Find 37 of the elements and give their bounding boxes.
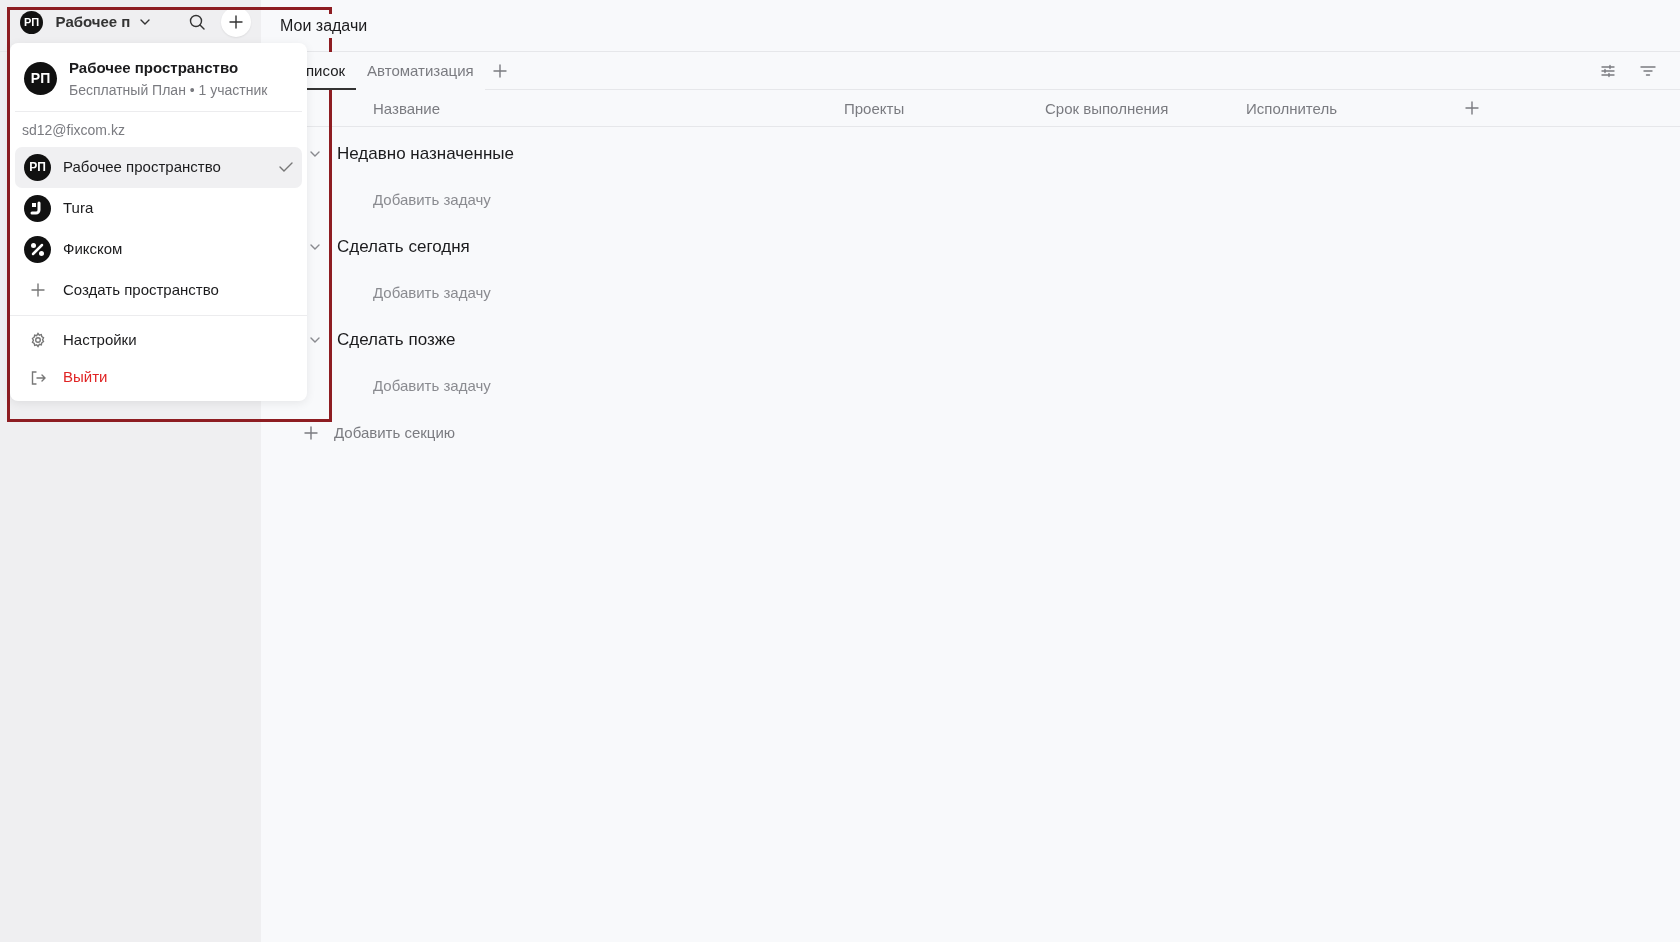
- search-icon: [189, 14, 205, 30]
- plus-icon: [492, 63, 507, 78]
- view-settings-button[interactable]: [1600, 63, 1616, 78]
- plan-info: Бесплатный План • 1 участник: [69, 80, 268, 100]
- sliders-icon: [1600, 63, 1616, 78]
- plus-icon: [229, 15, 243, 29]
- add-tab-button[interactable]: [492, 63, 507, 78]
- plus-icon: [30, 283, 45, 297]
- workspace-avatar: РП: [20, 10, 43, 34]
- workspace-title: Рабочее пространство: [69, 58, 240, 78]
- workspace-switcher[interactable]: Рабочее п: [55, 10, 151, 34]
- workspace-item[interactable]: РП Рабочее пространство: [15, 146, 302, 188]
- add-section-button[interactable]: Добавить секцию: [261, 410, 456, 456]
- filter-icon: [1640, 64, 1656, 77]
- settings-icon: [29, 332, 46, 348]
- settings-menu-item[interactable]: Настройки: [15, 319, 302, 361]
- plus-icon: [304, 426, 318, 440]
- search-button[interactable]: [189, 14, 205, 30]
- column-header: Проекты: [844, 99, 905, 119]
- filter-button[interactable]: [1640, 64, 1656, 77]
- page-title: Мои задачи: [280, 13, 368, 38]
- section-title: Сделать сегодня: [337, 236, 470, 259]
- check-icon: [279, 161, 293, 173]
- column-header: Срок выполнения: [1045, 99, 1169, 119]
- workspace-avatar: РП: [24, 62, 57, 96]
- workspace-avatar: РП: [24, 153, 51, 181]
- logo-icon: [24, 194, 51, 222]
- logout-icon: [29, 369, 46, 386]
- account-email: sd12@fixcom.kz: [21, 120, 126, 140]
- section-title: Сделать позже: [337, 329, 456, 352]
- column-header: Название: [373, 99, 441, 119]
- section-title: Недавно назначенные: [337, 143, 514, 166]
- logo-icon: [24, 235, 51, 263]
- plus-icon: [1465, 101, 1479, 115]
- add-column-button[interactable]: [1465, 101, 1479, 115]
- workspace-item[interactable]: Фикском: [15, 228, 302, 270]
- column-header: Исполнитель: [1246, 99, 1337, 119]
